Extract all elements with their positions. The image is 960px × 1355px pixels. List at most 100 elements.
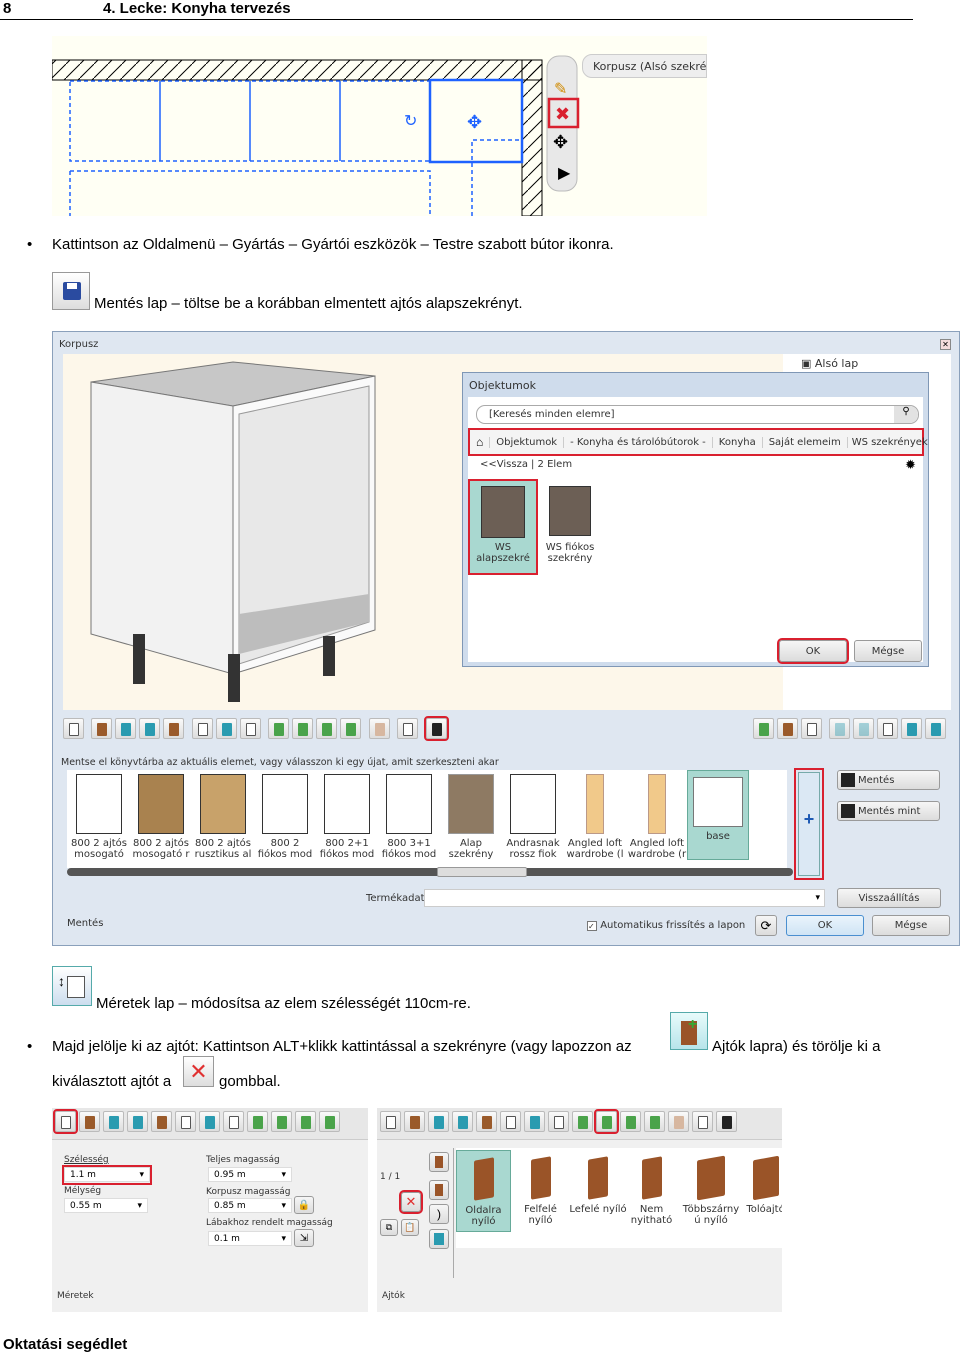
door-type-nem[interactable]: Nem nyitható xyxy=(624,1156,679,1226)
add-shelf-icon[interactable] xyxy=(295,1111,316,1132)
breadcrumb-item[interactable]: Konyha xyxy=(711,436,762,448)
ok-button[interactable]: OK xyxy=(786,915,864,936)
breadcrumb-item[interactable]: Objektumok xyxy=(489,436,563,448)
library-item[interactable]: Angled loft wardrobe (l xyxy=(565,774,625,860)
termekadat-select[interactable]: ▾ xyxy=(424,889,825,907)
total-height-select[interactable]: 0.95 m xyxy=(208,1167,292,1182)
link-icon[interactable]: ⇲ xyxy=(294,1229,314,1247)
refresh-icon[interactable]: ⟳ xyxy=(755,915,777,936)
library-item[interactable]: 800 2 ajtós mosogató r xyxy=(131,774,191,860)
leg-height-select[interactable]: 0.1 m xyxy=(208,1231,292,1246)
move-icon[interactable] xyxy=(753,718,774,739)
save-tab-icon[interactable] xyxy=(716,1111,737,1132)
back-panel-tab-icon[interactable] xyxy=(199,1111,220,1132)
copy-icon[interactable]: ⧉ xyxy=(380,1219,398,1236)
save-button[interactable]: Mentés xyxy=(837,770,940,790)
front-tab-icon[interactable] xyxy=(79,1111,100,1132)
breadcrumb-item[interactable]: - Konyha és tárolóbútorok - xyxy=(563,436,712,448)
library-item-base[interactable]: base xyxy=(687,770,749,860)
library-item[interactable]: Alap szekrény xyxy=(441,774,501,860)
door-glass-icon[interactable] xyxy=(429,1229,449,1249)
add-to-library-button[interactable]: + xyxy=(794,768,824,880)
home-icon[interactable]: ⌂ xyxy=(470,435,489,449)
zoom-in-icon[interactable] xyxy=(901,718,923,739)
glass-tab-icon[interactable] xyxy=(115,718,137,739)
shelf-tab-icon[interactable] xyxy=(239,718,261,739)
door-type-felfele[interactable]: Felfelé nyíló xyxy=(513,1156,568,1226)
panel-tab-icon[interactable] xyxy=(452,1111,473,1132)
library-item[interactable]: 800 2+1 fiókos mod xyxy=(317,774,377,860)
door-type-lefele[interactable]: Lefelé nyíló xyxy=(568,1156,628,1215)
library-item[interactable]: Andrasnak rossz fiok xyxy=(503,774,563,860)
save-tab-button[interactable] xyxy=(423,716,449,741)
legs-tab-icon[interactable] xyxy=(668,1111,689,1132)
panel-tab-icon[interactable] xyxy=(127,1111,148,1132)
objektumok-cancel-button[interactable]: Mégse xyxy=(854,640,922,662)
library-item[interactable]: 800 2 fiókos mod xyxy=(255,774,315,860)
gear-icon[interactable]: ✹ xyxy=(905,457,916,473)
legs-tab-icon[interactable] xyxy=(368,718,390,739)
library-item[interactable]: 800 3+1 fiókos mod xyxy=(379,774,439,860)
add-drawer-icon[interactable] xyxy=(572,1111,593,1132)
carcass-tab-icon[interactable] xyxy=(175,1111,196,1132)
doors-tab-icon[interactable] xyxy=(271,1111,292,1132)
reset-button[interactable]: Visszaállítás xyxy=(837,888,941,908)
library-item[interactable]: 800 2 ajtós rusztikus al xyxy=(193,774,253,860)
back-panel-tab-icon[interactable] xyxy=(524,1111,545,1132)
glass-tab-icon[interactable] xyxy=(103,1111,124,1132)
doors-tab-icon[interactable] xyxy=(292,718,314,739)
add-shelf-icon[interactable] xyxy=(316,718,338,739)
door-type-tobbszarnyu[interactable]: Többszárny ú nyíló xyxy=(681,1155,741,1226)
search-input[interactable]: [Keresés minden elemre] ⚲ xyxy=(476,405,919,424)
add-element-icon[interactable] xyxy=(319,1111,340,1132)
rotate-icon[interactable] xyxy=(777,718,798,739)
parts-tab-icon[interactable] xyxy=(476,1111,497,1132)
cancel-button[interactable]: Mégse xyxy=(872,915,950,936)
add-shelf-icon[interactable] xyxy=(620,1111,641,1132)
close-icon[interactable]: ✕ xyxy=(940,339,951,350)
objektumok-ok-button[interactable]: OK xyxy=(777,638,849,664)
carcass-tab-icon[interactable] xyxy=(191,718,213,739)
delete-door-button[interactable]: ✕ xyxy=(399,1190,423,1214)
library-item-ws-alapszekreny[interactable]: WS alapszekré xyxy=(468,479,538,575)
depth-select[interactable]: 0.55 m xyxy=(64,1198,148,1213)
lock-icon[interactable]: 🔒 xyxy=(294,1196,314,1214)
undo-icon[interactable] xyxy=(829,718,851,739)
carcass-tab-icon[interactable] xyxy=(500,1111,521,1132)
redo-icon[interactable] xyxy=(853,718,875,739)
box-view-icon[interactable] xyxy=(801,718,822,739)
save-as-button[interactable]: Mentés mint xyxy=(837,801,940,821)
add-element-icon[interactable] xyxy=(644,1111,665,1132)
dimensions-tab-icon[interactable] xyxy=(63,718,84,739)
glass-tab-icon[interactable] xyxy=(428,1111,449,1132)
library-scrollbar[interactable] xyxy=(67,867,793,877)
zoom-out-icon[interactable] xyxy=(925,718,947,739)
paste-icon[interactable]: 📋 xyxy=(401,1219,419,1236)
door-type-oldalra[interactable]: Oldalra nyíló xyxy=(456,1150,511,1232)
add-drawer-icon[interactable] xyxy=(247,1111,268,1132)
door-panel-icon[interactable] xyxy=(429,1180,449,1200)
fit-view-icon[interactable] xyxy=(877,718,899,739)
edit-tab-icon[interactable] xyxy=(692,1111,713,1132)
scrollbar-thumb[interactable] xyxy=(437,867,527,877)
library-item[interactable]: 800 2 ajtós mosogató xyxy=(69,774,129,860)
parts-tab-icon[interactable] xyxy=(163,718,185,739)
dimensions-tab-icon[interactable] xyxy=(380,1111,401,1132)
door-select-icon[interactable] xyxy=(429,1152,449,1172)
hinge-icon[interactable]: ) xyxy=(429,1204,449,1224)
add-drawer-icon[interactable] xyxy=(268,718,290,739)
door-type-toloajto[interactable]: Tolóajtó xyxy=(738,1155,782,1215)
shelf-tab-icon[interactable] xyxy=(223,1111,244,1132)
library-item[interactable]: Angled loft wardrobe (r xyxy=(627,774,687,860)
back-panel-tab-icon[interactable] xyxy=(215,718,237,739)
back-link[interactable]: <<Vissza xyxy=(480,459,528,470)
add-element-icon[interactable] xyxy=(340,718,362,739)
also-lap-tab[interactable]: ▣ Alsó lap xyxy=(801,357,858,370)
dimensions-tab-icon[interactable] xyxy=(53,1109,78,1134)
shelf-tab-icon[interactable] xyxy=(548,1111,569,1132)
breadcrumb-item[interactable]: WS szekrények xyxy=(846,436,932,448)
panel-tab-icon[interactable] xyxy=(139,718,161,739)
front-tab-icon[interactable] xyxy=(91,718,113,739)
breadcrumb-item[interactable]: Saját elemeim xyxy=(761,436,847,448)
front-tab-icon[interactable] xyxy=(404,1111,425,1132)
